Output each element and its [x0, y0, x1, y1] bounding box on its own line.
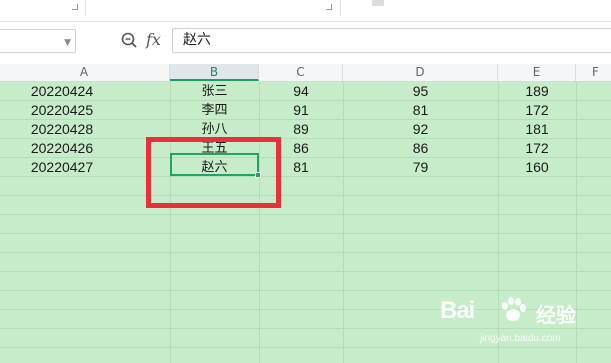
function-icon[interactable]: fx	[146, 30, 161, 49]
cell-b2[interactable]: 李四	[170, 101, 259, 120]
chevron-down-icon[interactable]: ▼	[64, 38, 71, 48]
cell-a3[interactable]: 20220428	[0, 120, 124, 139]
cell-d5[interactable]: 79	[343, 158, 498, 177]
cell-a5[interactable]: 20220427	[0, 158, 124, 177]
cell-c2[interactable]: 91	[259, 101, 343, 120]
cell-d1[interactable]: 95	[343, 82, 498, 101]
column-header-f[interactable]: F	[576, 64, 611, 81]
cell-a2[interactable]: 20220425	[0, 101, 124, 120]
cell-c1[interactable]: 94	[259, 82, 343, 101]
cell-e4[interactable]: 172	[498, 139, 576, 158]
table-row: 20220428 孙八 89 92 181	[0, 120, 611, 139]
baidu-jingyan-watermark: Bai 经验 jingyan.baidu.com	[440, 293, 610, 353]
ribbon-toolbar	[0, 0, 611, 22]
cell-d3[interactable]: 92	[343, 120, 498, 139]
cell-e5[interactable]: 160	[498, 158, 576, 177]
column-header-e[interactable]: E	[498, 64, 576, 81]
formula-input[interactable]: 赵六	[172, 28, 611, 53]
column-header-row: A B C D E F	[0, 64, 611, 82]
grid-line	[0, 195, 611, 196]
annotation-highlight-box	[146, 137, 281, 208]
cell-b1[interactable]: 张三	[170, 82, 259, 101]
grid-line	[0, 271, 611, 272]
table-row: 20220425 李四 91 81 172	[0, 101, 611, 120]
column-header-b[interactable]: B	[170, 64, 259, 81]
ribbon-group-launcher-icon[interactable]	[72, 4, 78, 10]
grid-line	[0, 233, 611, 234]
table-row: 20220424 张三 94 95 189	[0, 82, 611, 101]
ribbon-divider	[340, 0, 341, 16]
cell-d4[interactable]: 86	[343, 139, 498, 158]
ribbon-divider	[85, 0, 86, 16]
cell-e1[interactable]: 189	[498, 82, 576, 101]
ribbon-group-launcher-icon[interactable]	[326, 4, 332, 10]
table-row: 20220426 王五 86 86 172	[0, 139, 611, 158]
cell-e2[interactable]: 172	[498, 101, 576, 120]
cell-a1[interactable]: 20220424	[0, 82, 124, 101]
formula-bar: ▼ fx 赵六	[0, 22, 611, 64]
paw-logo-icon	[502, 297, 526, 321]
watermark-brand: Bai	[440, 297, 475, 324]
column-header-a[interactable]: A	[0, 64, 170, 81]
grid-line	[0, 214, 611, 215]
column-header-c[interactable]: C	[259, 64, 343, 81]
table-row: 20220427 赵六 81 79 160	[0, 158, 611, 177]
ribbon-button[interactable]	[372, 0, 384, 6]
cell-d2[interactable]: 81	[343, 101, 498, 120]
watermark-url: jingyan.baidu.com	[480, 333, 561, 344]
grid-line	[0, 252, 611, 253]
zoom-search-icon[interactable]	[120, 31, 138, 49]
cell-a4[interactable]: 20220426	[0, 139, 124, 158]
grid-line	[0, 290, 611, 291]
name-box[interactable]: ▼	[0, 29, 76, 53]
watermark-name: 经验	[536, 303, 576, 327]
column-header-d[interactable]: D	[343, 64, 498, 81]
cell-e3[interactable]: 181	[498, 120, 576, 139]
